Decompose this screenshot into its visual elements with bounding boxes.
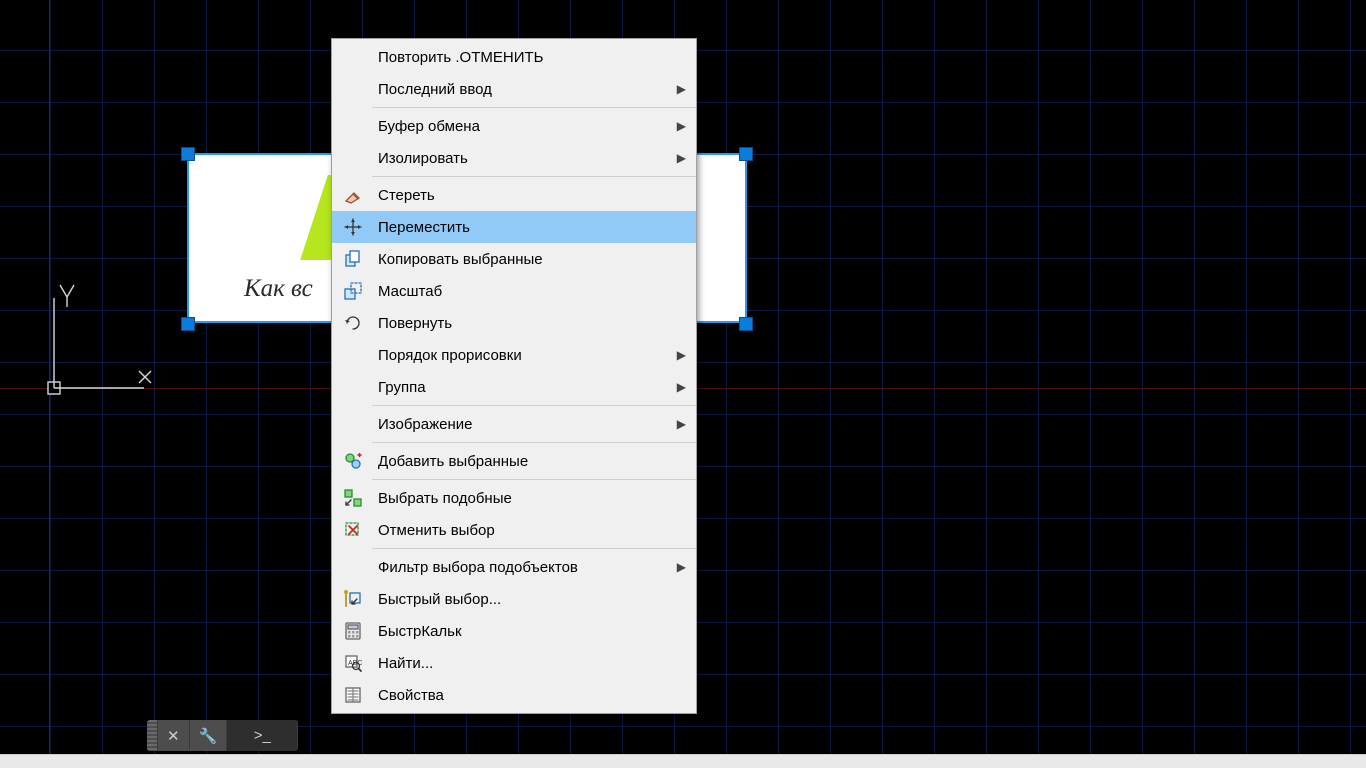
quickcalc-icon [332,621,374,641]
ucs-icon [46,283,156,398]
menu-item[interactable]: Группа▶ [332,371,696,403]
menu-separator [372,548,696,549]
svg-text:ABC: ABC [348,660,362,667]
menu-item-label: Последний ввод [374,81,672,98]
menu-separator [372,176,696,177]
menu-item-label: Добавить выбранные [374,453,672,470]
quick-select-icon [332,589,374,609]
menu-item[interactable]: Повернуть [332,307,696,339]
submenu-arrow-icon: ▶ [672,417,686,431]
menu-separator [372,442,696,443]
erase-icon [332,185,374,205]
command-bar-close-button[interactable]: ✕ [158,720,190,751]
submenu-arrow-icon: ▶ [672,151,686,165]
grip-bottom-right[interactable] [739,317,753,331]
prompt-icon: >_ [254,727,271,744]
menu-item[interactable]: Выбрать подобные [332,482,696,514]
menu-item[interactable]: Свойства [332,679,696,711]
submenu-arrow-icon: ▶ [672,348,686,362]
menu-item-label: Переместить [374,219,672,236]
command-bar-settings-button[interactable]: 🔧 [190,720,228,751]
menu-item[interactable]: Буфер обмена▶ [332,110,696,142]
submenu-arrow-icon: ▶ [672,82,686,96]
menu-item-label: Буфер обмена [374,118,672,135]
menu-item-label: Масштаб [374,283,672,300]
deselect-icon [332,520,374,540]
submenu-arrow-icon: ▶ [672,560,686,574]
grip-bottom-left[interactable] [181,317,195,331]
menu-item[interactable]: Добавить выбранные [332,445,696,477]
menu-item[interactable]: Фильтр выбора подобъектов▶ [332,551,696,583]
menu-item-label: Свойства [374,687,672,704]
command-bar[interactable]: ✕ 🔧 >_ [147,720,298,751]
find-icon: ABC [332,653,374,673]
move-icon [332,217,374,237]
menu-item[interactable]: Последний ввод▶ [332,73,696,105]
properties-icon [332,685,374,705]
menu-item-label: Изображение [374,416,672,433]
menu-item[interactable]: Отменить выбор [332,514,696,546]
menu-item[interactable]: Быстрый выбор... [332,583,696,615]
select-similar-icon [332,488,374,508]
image-caption-left: Как вс [244,275,313,302]
submenu-arrow-icon: ▶ [672,119,686,133]
submenu-arrow-icon: ▶ [672,380,686,394]
command-prompt-button[interactable]: >_ [227,720,298,751]
layout-tab-strip[interactable] [0,754,1366,768]
menu-item[interactable]: Переместить [332,211,696,243]
axis-y-line [49,0,50,768]
menu-item-label: Быстрый выбор... [374,591,672,608]
menu-item-label: БыстрКальк [374,623,672,640]
menu-item-label: Порядок прорисовки [374,347,672,364]
add-selected-icon [332,451,374,471]
menu-item-label: Отменить выбор [374,522,672,539]
menu-item-label: Стереть [374,187,672,204]
copy-icon [332,249,374,269]
menu-separator [372,107,696,108]
command-bar-grip[interactable] [147,720,158,751]
menu-item-label: Фильтр выбора подобъектов [374,559,672,576]
menu-item[interactable]: Стереть [332,179,696,211]
context-menu[interactable]: Повторить .ОТМЕНИТЬПоследний ввод▶Буфер … [331,38,697,714]
menu-item[interactable]: БыстрКальк [332,615,696,647]
rotate-icon [332,313,374,333]
menu-item[interactable]: Масштаб [332,275,696,307]
menu-item[interactable]: Изолировать▶ [332,142,696,174]
menu-item[interactable]: Изображение▶ [332,408,696,440]
image-caption: Как вс е [244,275,313,303]
menu-item-label: Повторить .ОТМЕНИТЬ [374,49,672,66]
menu-item[interactable]: ABC Найти... [332,647,696,679]
menu-item-label: Выбрать подобные [374,490,672,507]
grip-top-right[interactable] [739,147,753,161]
scale-icon [332,281,374,301]
close-icon: ✕ [167,727,180,745]
menu-item-label: Группа [374,379,672,396]
menu-item-label: Повернуть [374,315,672,332]
menu-item-label: Найти... [374,655,672,672]
menu-item-label: Изолировать [374,150,672,167]
menu-separator [372,479,696,480]
grip-top-left[interactable] [181,147,195,161]
menu-item-label: Копировать выбранные [374,251,672,268]
menu-item[interactable]: Повторить .ОТМЕНИТЬ [332,41,696,73]
menu-item[interactable]: Порядок прорисовки▶ [332,339,696,371]
menu-separator [372,405,696,406]
menu-item[interactable]: Копировать выбранные [332,243,696,275]
wrench-icon: 🔧 [199,727,218,745]
